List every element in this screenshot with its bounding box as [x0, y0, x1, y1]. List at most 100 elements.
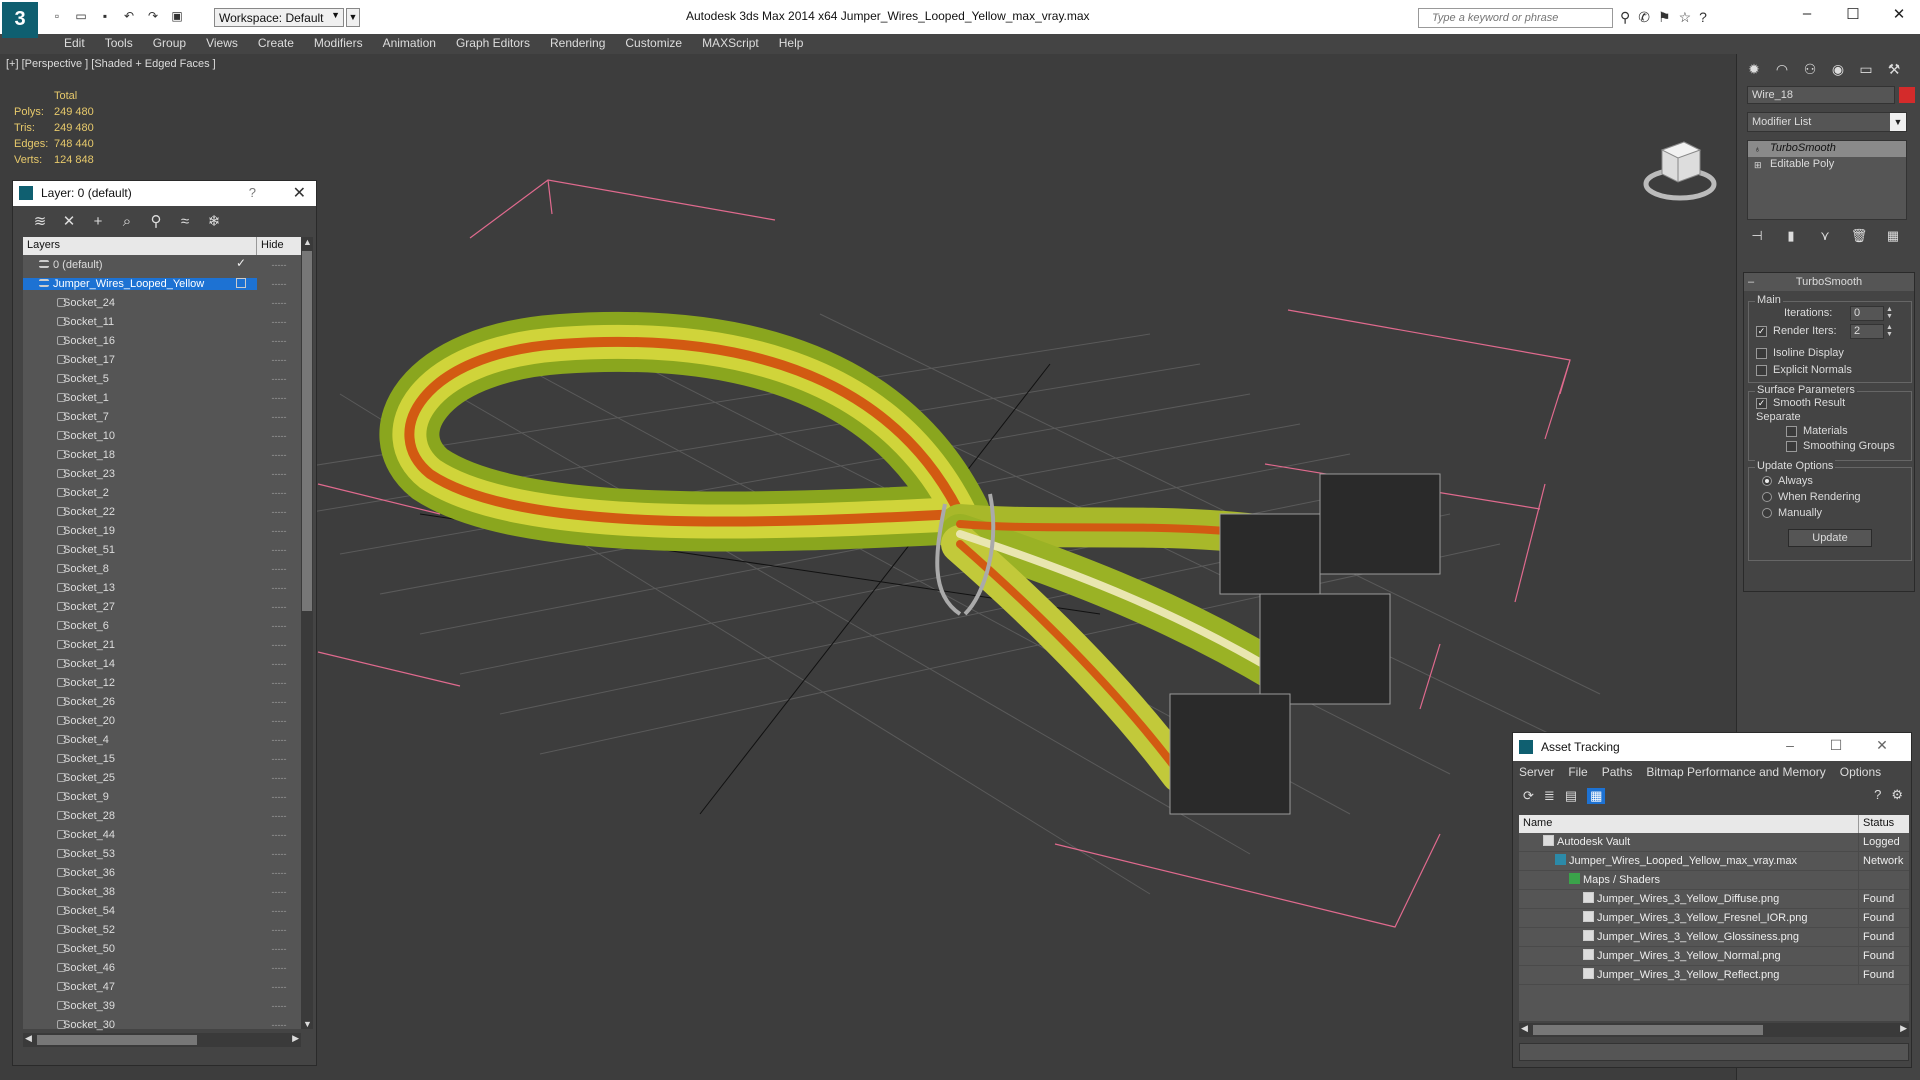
hide-toggle[interactable]: ----- [257, 678, 301, 688]
hide-toggle[interactable]: ----- [257, 621, 301, 631]
open-file-icon[interactable]: ▭ [72, 8, 90, 24]
hide-toggle[interactable]: ----- [257, 393, 301, 403]
object-name-field[interactable]: Wire_18 [1747, 86, 1895, 104]
layer-row-default[interactable]: 0 (default) ✓ ----- [23, 255, 301, 274]
explicit-normals-checkbox[interactable] [1756, 364, 1767, 376]
layer-object-row[interactable]: Socket_39 ----- [23, 996, 301, 1015]
menu-views[interactable]: Views [196, 34, 248, 54]
menu-server[interactable]: Server [1519, 765, 1554, 779]
layer-object-row[interactable]: Socket_27 ----- [23, 597, 301, 616]
asset-row-reflect[interactable]: Jumper_Wires_3_Yellow_Reflect.png Found [1519, 965, 1909, 985]
layer-object-row[interactable]: Socket_12 ----- [23, 673, 301, 692]
hierarchy-tab-icon[interactable]: ⚇ [1799, 58, 1821, 80]
layer-object-row[interactable]: Socket_13 ----- [23, 578, 301, 597]
layer-object-row[interactable]: Socket_5 ----- [23, 369, 301, 388]
asset-row-diffuse[interactable]: Jumper_Wires_3_Yellow_Diffuse.png Found [1519, 889, 1909, 909]
lightbulb-icon[interactable]: ♁ [1754, 144, 1761, 154]
delete-layer-icon[interactable]: ✕ [60, 212, 78, 230]
menu-modifiers[interactable]: Modifiers [304, 34, 373, 54]
layer-object-row[interactable]: Socket_6 ----- [23, 616, 301, 635]
smooth-result-checkbox[interactable]: ✓ [1756, 397, 1767, 409]
column-hide[interactable]: Hide [257, 237, 301, 255]
close-icon[interactable]: ✕ [293, 183, 306, 203]
hide-toggle[interactable]: ----- [257, 602, 301, 612]
layer-object-row[interactable]: Socket_23 ----- [23, 464, 301, 483]
asset-row-vault[interactable]: Autodesk Vault Logged [1519, 832, 1909, 852]
hide-toggle[interactable]: ----- [257, 450, 301, 460]
hide-toggle[interactable]: ----- [257, 526, 301, 536]
scroll-thumb[interactable] [37, 1035, 197, 1045]
expand-plus-icon[interactable]: ⊞ [1754, 160, 1762, 171]
help-icon[interactable]: ? [249, 185, 256, 200]
app-logo-icon[interactable]: 3 [2, 2, 38, 38]
column-name[interactable]: Name [1519, 815, 1859, 833]
hide-toggle[interactable]: ----- [257, 716, 301, 726]
layer-object-row[interactable]: Socket_9 ----- [23, 787, 301, 806]
smoothing-groups-checkbox[interactable] [1786, 440, 1797, 452]
project-folder-icon[interactable]: ▣ [168, 8, 186, 24]
hide-toggle[interactable]: ----- [257, 260, 301, 270]
menu-tools[interactable]: Tools [95, 34, 143, 54]
layer-object-row[interactable]: Socket_19 ----- [23, 521, 301, 540]
menu-create[interactable]: Create [248, 34, 304, 54]
detail-view-icon[interactable]: ▤ [1565, 788, 1577, 804]
layer-object-row[interactable]: Socket_20 ----- [23, 711, 301, 730]
menu-rendering[interactable]: Rendering [540, 34, 615, 54]
pin-stack-icon[interactable]: ⊣ [1747, 228, 1767, 244]
asset-tracking-titlebar[interactable]: Asset Tracking – ☐ ✕ [1513, 733, 1911, 761]
layer-object-row[interactable]: Socket_4 ----- [23, 730, 301, 749]
layer-object-row[interactable]: Socket_17 ----- [23, 350, 301, 369]
communication-icon[interactable]: ✆ [1638, 9, 1650, 26]
redo-icon[interactable]: ↷ [144, 8, 162, 24]
new-file-icon[interactable]: ▫ [48, 8, 66, 24]
save-icon[interactable]: ▪ [96, 8, 114, 24]
highlight-layer-icon[interactable]: ⚲ [147, 212, 165, 230]
hide-toggle[interactable]: ----- [257, 507, 301, 517]
object-color-swatch[interactable] [1899, 87, 1915, 103]
hide-toggle[interactable]: ----- [257, 298, 301, 308]
modifier-list-dropdown[interactable]: Modifier List ▼ [1747, 112, 1907, 132]
hide-toggle[interactable]: ----- [257, 697, 301, 707]
freeze-all-icon[interactable]: ❄ [205, 212, 223, 230]
layer-object-row[interactable]: Socket_25 ----- [23, 768, 301, 787]
layer-panel-titlebar[interactable]: Layer: 0 (default) ? ✕ [13, 181, 316, 206]
close-icon[interactable]: ✕ [1876, 5, 1920, 23]
hide-toggle[interactable]: ----- [257, 1001, 301, 1011]
configure-sets-icon[interactable]: ▦ [1883, 228, 1903, 244]
viewport-label[interactable]: [+] [Perspective ] [Shaded + Edged Faces… [6, 58, 216, 70]
hide-toggle[interactable]: ----- [257, 735, 301, 745]
show-end-result-icon[interactable]: ▮ [1781, 228, 1801, 244]
hide-toggle[interactable]: ----- [257, 412, 301, 422]
hide-toggle[interactable]: ----- [257, 583, 301, 593]
menu-group[interactable]: Group [143, 34, 196, 54]
asset-row-fresnel[interactable]: Jumper_Wires_3_Yellow_Fresnel_IOR.png Fou… [1519, 908, 1909, 928]
layer-object-row[interactable]: Socket_53 ----- [23, 844, 301, 863]
asset-row-glossiness[interactable]: Jumper_Wires_3_Yellow_Glossiness.png Foun… [1519, 927, 1909, 947]
hide-toggle[interactable]: ----- [257, 982, 301, 992]
scroll-thumb[interactable] [1533, 1025, 1763, 1035]
isoline-checkbox[interactable] [1756, 347, 1767, 359]
layer-object-row[interactable]: Socket_52 ----- [23, 920, 301, 939]
iterations-spinner[interactable]: 0 [1850, 306, 1884, 321]
when-rendering-radio[interactable] [1762, 492, 1772, 502]
layer-object-row[interactable]: Socket_11 ----- [23, 312, 301, 331]
refresh-icon[interactable]: ⟳ [1523, 788, 1534, 804]
hide-toggle[interactable]: ----- [257, 659, 301, 669]
layer-object-row[interactable]: Socket_51 ----- [23, 540, 301, 559]
layer-object-row[interactable]: Socket_1 ----- [23, 388, 301, 407]
hide-all-icon[interactable]: ≈ [176, 213, 194, 230]
menu-animation[interactable]: Animation [373, 34, 446, 54]
layer-object-row[interactable]: Socket_15 ----- [23, 749, 301, 768]
hide-toggle[interactable]: ----- [257, 1020, 301, 1030]
layer-object-row[interactable]: Socket_46 ----- [23, 958, 301, 977]
spinner-arrows-icon[interactable]: ▲ ▼ [1886, 306, 1894, 321]
spinner-arrows-icon[interactable]: ▲ ▼ [1886, 324, 1894, 339]
modify-tab-icon[interactable]: ◠ [1771, 58, 1793, 80]
select-objects-icon[interactable]: ⌕ [118, 213, 136, 230]
maximize-icon[interactable]: ☐ [1830, 5, 1876, 23]
scroll-left-icon[interactable]: ◀ [1521, 1023, 1528, 1034]
hide-toggle[interactable]: ----- [257, 963, 301, 973]
workspace-dropdown[interactable]: Workspace: Default ▼ [214, 8, 344, 27]
hide-toggle[interactable]: ----- [257, 906, 301, 916]
hide-toggle[interactable]: ----- [257, 868, 301, 878]
